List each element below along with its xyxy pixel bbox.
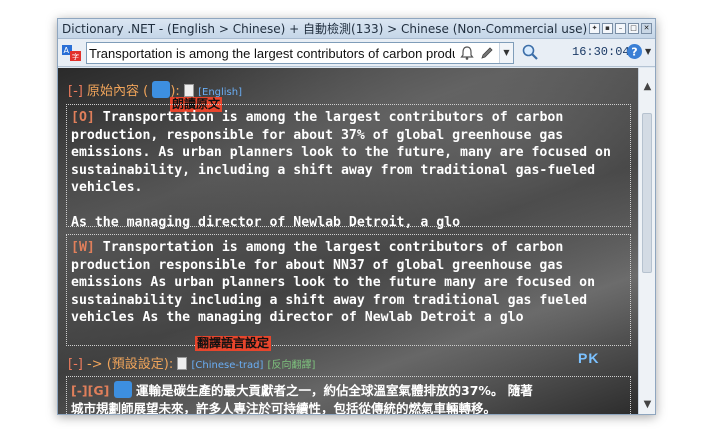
original-paragraph-box: [O] Transportation is among the largest … <box>66 104 631 230</box>
result-panel: [-] 原始內容 ( ): [English] 朗讀原文 [O] Transpo… <box>58 68 638 414</box>
paragraph-text: Transportation is among the largest cont… <box>71 110 611 230</box>
pin-icon[interactable]: ✦ <box>589 23 600 34</box>
normalized-paragraph-box: [W] Transportation is among the largest … <box>66 234 631 346</box>
original-label: 原始內容 <box>86 84 139 99</box>
watermark-logo: PK <box>578 350 600 366</box>
maximize-button[interactable]: □ <box>628 23 639 34</box>
target-language-link[interactable]: [Chinese-trad] <box>192 360 264 371</box>
app-logo-icon[interactable]: A 字 <box>61 43 83 63</box>
help-dropdown-icon[interactable]: ▼ <box>645 47 651 56</box>
document-icon[interactable] <box>183 84 194 97</box>
paragraph-text: Transportation is among the largest cont… <box>71 240 596 325</box>
paragraph-tag: [W] <box>71 240 95 255</box>
close-button[interactable]: ✕ <box>641 23 652 34</box>
clock-readout: 16:30:04 <box>572 45 630 59</box>
search-icon[interactable] <box>521 43 539 61</box>
app-window: Dictionary .NET - (English > Chinese) + … <box>57 18 656 415</box>
document-icon[interactable] <box>177 357 188 370</box>
normalized-paragraph: [W] Transportation is among the largest … <box>71 239 626 327</box>
translation-text: 運輸是碳生產的最大貢獻者之一，約佔全球溫室氣體排放的37%。 隨著 <box>136 383 533 398</box>
translation-tag: [-][G] <box>71 383 110 398</box>
svg-text:A: A <box>64 46 70 55</box>
scroll-thumb[interactable] <box>642 113 652 273</box>
translation-section-header: [-] -> (預設設定): [Chinese-trad] [反向翻譯] <box>68 353 315 372</box>
paragraph-tag: [O] <box>71 110 95 125</box>
translation-line-1: [-][G] 運輸是碳生產的最大貢獻者之一，約佔全球溫室氣體排放的37%。 隨著 <box>71 381 626 400</box>
restore-icon[interactable]: ▪ <box>602 23 613 34</box>
scroll-down-icon[interactable]: ▼ <box>641 398 654 412</box>
pen-icon[interactable] <box>479 45 495 61</box>
collapse-toggle[interactable]: [-] <box>68 84 83 99</box>
vertical-scrollbar[interactable]: ▲ ▼ <box>638 68 655 414</box>
annotation-translation-language: 翻譯語言設定 <box>195 336 272 351</box>
window-title: Dictionary .NET - (English > Chinese) + … <box>62 22 588 36</box>
scroll-up-icon[interactable]: ▲ <box>641 80 654 94</box>
toolbar: A 字 ▼ 16:30:04 ? ▼ <box>58 39 655 67</box>
svg-text:?: ? <box>631 46 637 59</box>
arrow-label: -> <box>86 357 103 372</box>
default-settings-label: (預設設定): <box>106 357 174 372</box>
chevron-down-icon[interactable]: ▼ <box>499 43 513 63</box>
reverse-translate-link[interactable]: [反向翻譯] <box>268 360 316 371</box>
bell-icon[interactable] <box>459 45 475 61</box>
window-controls: ✦ ▪ – □ ✕ <box>589 23 652 34</box>
collapse-toggle[interactable]: [-] <box>68 357 83 372</box>
paren-open: ( <box>143 84 149 99</box>
original-paragraph: [O] Transportation is among the largest … <box>71 109 626 232</box>
query-combobox[interactable]: ▼ <box>86 42 514 64</box>
translation-box: [-][G] 運輸是碳生產的最大貢獻者之一，約佔全球溫室氣體排放的37%。 隨著… <box>66 376 631 414</box>
translation-line-2: 城市規劃師展望未來，許多人專注於可持續性，包括從傳統的燃氣車輛轉移。 <box>71 401 497 414</box>
help-icon[interactable]: ? <box>626 43 643 60</box>
svg-text:字: 字 <box>72 52 79 61</box>
speaker-icon[interactable] <box>152 81 171 98</box>
title-bar: Dictionary .NET - (English > Chinese) + … <box>58 19 655 39</box>
minimize-button[interactable]: – <box>615 23 626 34</box>
query-input[interactable] <box>89 44 455 62</box>
speaker-icon[interactable] <box>113 381 132 398</box>
